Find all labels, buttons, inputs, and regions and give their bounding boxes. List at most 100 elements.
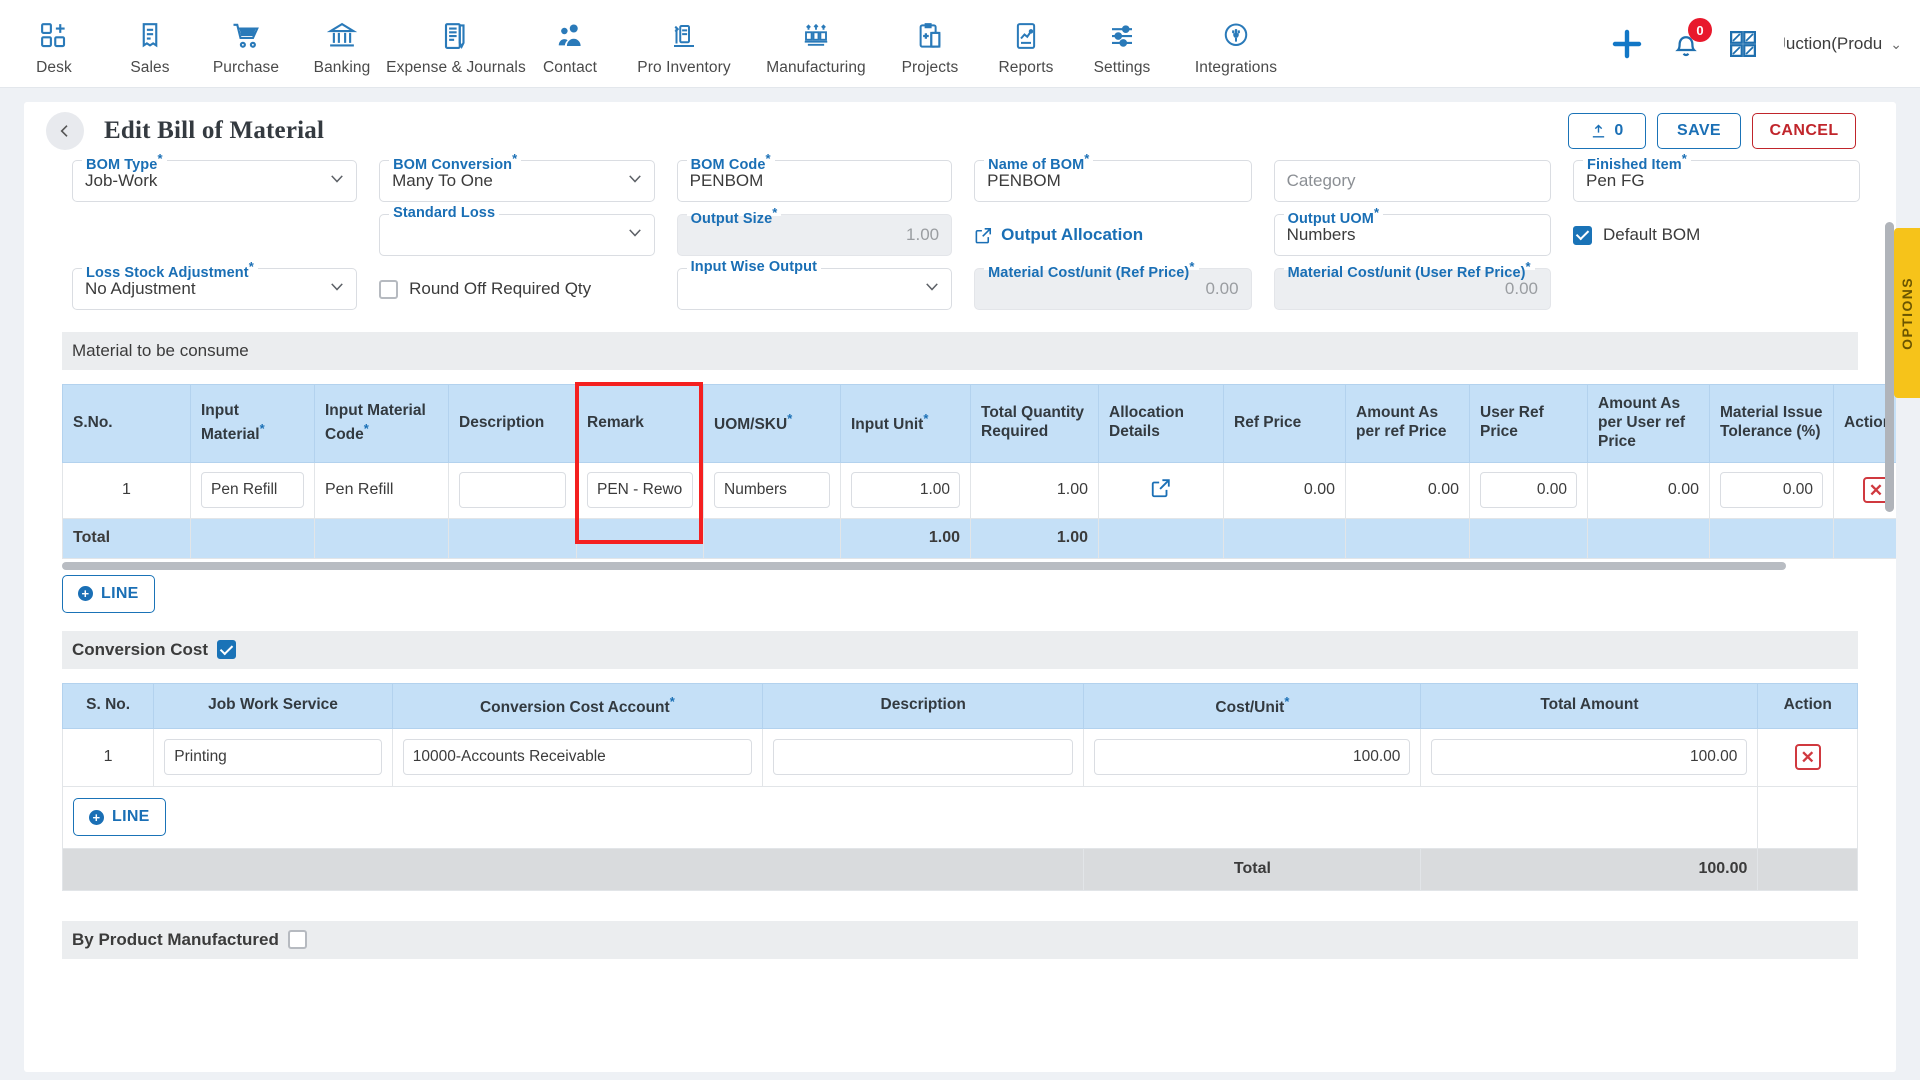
form-row-3: Loss Stock Adjustment* No Adjustment Rou… [72,259,1860,310]
add-conversion-cost-line-button[interactable]: + LINE [73,798,166,837]
round-off-label: Round Off Required Qty [409,279,592,298]
remark-field[interactable]: PEN - Rewo [587,472,693,509]
inventory-icon [669,20,699,52]
nav-item-pro-inventory[interactable]: Pro Inventory [618,11,750,77]
conversion-cost-checkbox[interactable] [217,640,237,660]
cc-cell-description [761,727,1085,787]
nav-item-integrations[interactable]: Integrations [1170,11,1302,77]
output-uom-input[interactable]: Output UOM* Numbers [1273,205,1551,256]
cc-addline-blank-2 [1757,785,1858,849]
nav-item-projects[interactable]: Projects [882,11,978,77]
conversion-cost-account-field[interactable]: 10000-Accounts Receivable [402,739,752,776]
finished-item-input[interactable]: Finished Item* Pen FG [1573,151,1860,202]
output-size-value: 1.00 [906,225,940,244]
notifications-button[interactable]: 0 [1670,18,1712,60]
options-side-tab[interactable]: OPTIONS [1894,228,1920,398]
save-button[interactable]: SAVE [1657,113,1741,149]
user-ref-price-field[interactable]: 0.00 [1480,472,1577,509]
nav-right-actions: 0 Juction(Produ ⌄ [1610,0,1902,88]
nav-item-sales[interactable]: Sales [102,11,198,77]
conversion-cost-section-bar: Conversion Cost [62,630,1858,669]
input-wise-output-select[interactable]: Input Wise Output [676,259,953,310]
cc-cell-sno: 1 [61,727,155,787]
col-amount-ref-price: Amount As per ref Price [1345,384,1470,463]
round-off-checkbox[interactable] [379,279,399,299]
input-unit-field[interactable]: 1.00 [851,472,960,509]
field-output-size-cell: Output Size* 1.00 [676,205,975,256]
header-actions: 0 SAVE CANCEL [1568,113,1856,149]
output-allocation-link[interactable]: Output Allocation [974,214,1251,256]
bom-type-select[interactable]: BOM Type* Job-Work [72,151,358,202]
nav-item-purchase[interactable]: Purchase [198,11,294,77]
delete-x-icon[interactable]: ✕ [1794,744,1821,771]
cc-description-field[interactable] [772,739,1074,776]
settings-sliders-icon [1107,20,1137,52]
cc-col-sno: S. No. [61,682,155,729]
form-row-2: Standard Loss Output Size* 1.00 Output A… [72,205,1860,256]
cc-total-amount-field[interactable]: 100.00 [1431,739,1748,776]
material-cost-user-ref-value: 0.00 [1504,279,1538,298]
standard-loss-select[interactable]: Standard Loss [379,205,655,256]
by-product-checkbox[interactable] [287,930,307,950]
page-vertical-scrollbar[interactable] [1885,222,1894,512]
field-finished-item-cell: Finished Item* Pen FG [1573,151,1860,202]
material-issue-tolerance-field[interactable]: 0.00 [1720,472,1823,509]
bom-conversion-select[interactable]: BOM Conversion* Many To One [379,151,655,202]
cost-per-unit-field[interactable]: 100.00 [1094,739,1411,776]
add-material-line-button[interactable]: + LINE [62,574,155,613]
add-line-label: LINE [112,808,150,826]
bom-type-label: BOM Type* [82,151,167,173]
allocation-details-link[interactable] [1150,479,1172,503]
category-input[interactable]: Category [1273,160,1551,202]
col-amount-user-ref-price: Amount As per User ref Price [1587,384,1710,463]
nav-item-manufacturing[interactable]: Manufacturing [750,11,882,77]
nav-item-settings[interactable]: Settings [1074,11,1170,77]
nav-label: Reports [998,58,1054,76]
field-bom-conversion-cell: BOM Conversion* Many To One [379,151,677,202]
upload-icon [1593,123,1605,138]
edit-bom-page: Edit Bill of Material 0 SAVE CANCEL BOM … [24,102,1896,1072]
material-table: S.No. Input Material* Input Material Cod… [62,384,1896,559]
total-blank-7 [1223,517,1346,559]
nav-item-expense-journals[interactable]: Expense & Journals [386,11,526,77]
bom-code-input[interactable]: BOM Code* PENBOM [676,151,953,202]
page-title: Edit Bill of Material [104,117,325,144]
nav-label: Settings [1093,58,1151,76]
nav-item-reports[interactable]: Reports [978,11,1074,77]
nav-item-contact[interactable]: Contact [522,11,618,77]
cell-amount-ref-price: 0.00 [1345,461,1470,519]
name-of-bom-input[interactable]: Name of BOM* PENBOM [974,151,1252,202]
output-uom-value: Numbers [1286,225,1356,244]
loss-stock-adjustment-value: No Adjustment [85,279,196,298]
back-button[interactable] [46,112,84,150]
nav-label: Contact [542,58,598,76]
attachments-button[interactable]: 0 [1568,113,1646,149]
nav-item-desk[interactable]: Desk [6,11,102,77]
job-work-service-field[interactable]: Printing [164,739,382,776]
total-blank-12 [1833,517,1896,559]
add-new-button[interactable] [1610,27,1644,61]
loss-stock-adjustment-select[interactable]: Loss Stock Adjustment* No Adjustment [72,259,358,310]
organization-menu[interactable]: Juction(Produ ⌄ [1784,34,1902,54]
table-row: 1 Printing 10000-Accounts Receivable 100… [61,727,1858,787]
chevron-down-icon [328,278,346,301]
default-bom-cell: Default BOM [1573,214,1860,256]
cell-total-qty-required: 1.00 [970,461,1099,519]
cc-total-amount: 100.00 [1420,847,1759,891]
cancel-button[interactable]: CANCEL [1752,113,1856,149]
nav-item-banking[interactable]: Banking [294,11,390,77]
input-material-field[interactable]: Pen Refill [201,472,304,509]
default-bom-checkbox[interactable] [1573,225,1592,245]
material-table-horizontal-scrollbar[interactable] [62,561,1787,570]
default-bom-checkbox-row[interactable]: Default BOM [1573,214,1860,256]
round-off-checkbox-row[interactable]: Round Off Required Qty [379,268,655,310]
uom-sku-field[interactable]: Numbers [714,472,830,509]
cell-remark: PEN - Rewo [576,461,704,519]
apps-grid-button[interactable] [1728,29,1758,59]
bom-type-value: Job-Work [85,171,158,190]
options-label: OPTIONS [1899,276,1915,350]
material-section-title: Material to be consume [72,341,249,360]
description-field[interactable] [459,472,566,509]
field-category-cell: Category [1273,160,1573,202]
total-input-unit: 1.00 [840,517,971,559]
